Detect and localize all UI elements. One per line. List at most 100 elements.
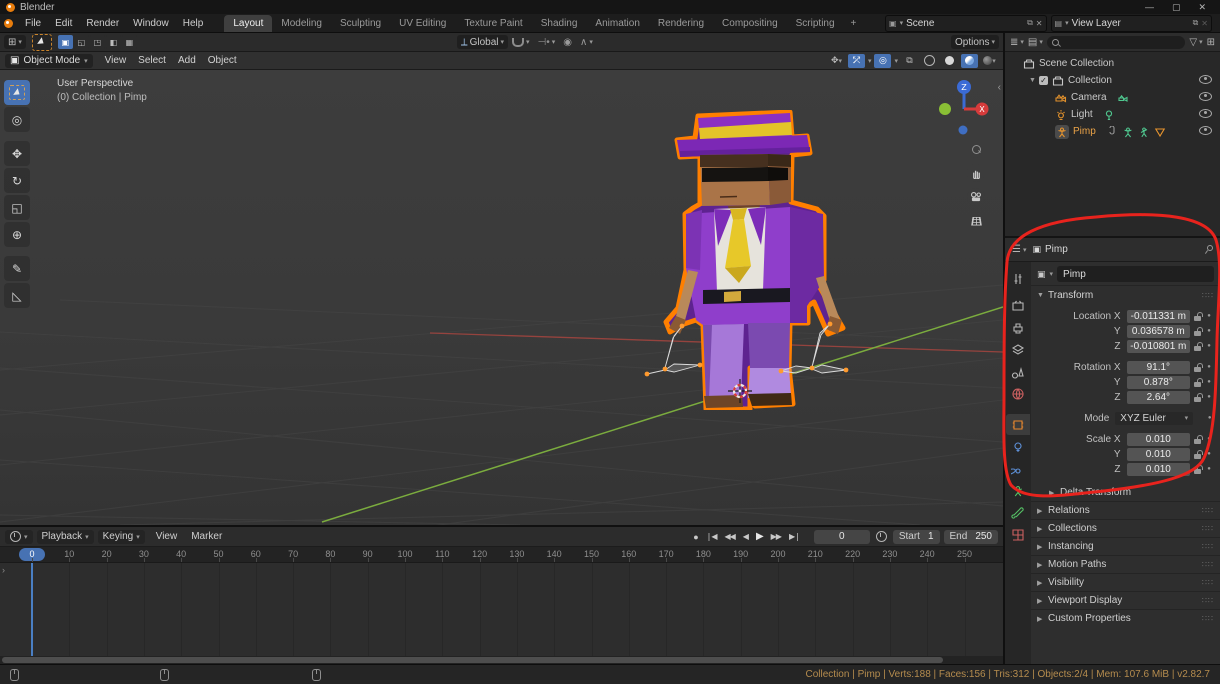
tool-rotate[interactable]: ↻	[4, 168, 30, 193]
marker-menu[interactable]: Marker	[184, 531, 229, 542]
outliner-item-label[interactable]: Camera	[1071, 92, 1107, 103]
select-mode-invert[interactable]: ◧	[106, 35, 121, 49]
outliner-item-label[interactable]: Light	[1071, 109, 1093, 120]
section-viewport-display[interactable]: ▶Viewport Display∷∷	[1031, 591, 1220, 609]
falloff-dropdown[interactable]: ∧▾	[576, 35, 597, 49]
disclosure-icon[interactable]: ▼	[1029, 77, 1039, 84]
editor-type-dropdown[interactable]: ⊞▾	[4, 35, 26, 49]
object-name-field[interactable]: Pimp	[1057, 266, 1214, 282]
drag-handle-icon[interactable]: ∷∷	[1202, 506, 1214, 515]
value-field[interactable]: -0.011331 m	[1127, 310, 1191, 323]
select-mode-new[interactable]: ▣	[58, 35, 73, 49]
drag-handle-icon[interactable]: ∷∷	[1202, 596, 1214, 605]
snap-dropdown[interactable]: ▾	[508, 35, 534, 49]
hide-in-viewport-toggle[interactable]	[1199, 75, 1212, 87]
delta-transform-header[interactable]: ▶Delta Transform	[1031, 484, 1220, 501]
current-frame-field[interactable]: 0	[814, 530, 870, 544]
rotation-mode-dropdown[interactable]: XYZ Euler▾	[1115, 412, 1193, 425]
drag-handle-icon[interactable]: ∷∷	[1202, 524, 1214, 533]
animate-dot[interactable]: ●	[1204, 379, 1214, 385]
tool-annotate[interactable]: ✎	[4, 256, 30, 281]
hide-in-viewport-toggle[interactable]	[1199, 109, 1212, 121]
viewport-menu-select[interactable]: Select	[132, 53, 172, 68]
properties-tab-scene[interactable]	[1006, 361, 1030, 382]
viewport-menu-object[interactable]: Object	[202, 53, 243, 68]
tool-transform[interactable]: ⊕	[4, 222, 30, 247]
outliner-row-collection[interactable]: ▼✓Collection	[1005, 72, 1220, 89]
unlink-scene-icon[interactable]: ✕	[1036, 19, 1043, 28]
outliner-search-input[interactable]	[1047, 36, 1186, 49]
select-mode-extend[interactable]: ◱	[74, 35, 89, 49]
pan-button[interactable]	[967, 164, 985, 182]
zoom-button[interactable]	[967, 140, 985, 158]
workspace-tab-rendering[interactable]: Rendering	[649, 15, 713, 32]
timeline-panel-toggle[interactable]: ›	[2, 565, 5, 575]
tool-cursor[interactable]: ◎	[4, 107, 30, 132]
outliner-item-label[interactable]: Scene Collection	[1039, 58, 1114, 69]
timeline-ruler[interactable]: 0 10203040506070809010011012013014015016…	[0, 547, 1003, 563]
proportional-edit-toggle[interactable]: ◉	[559, 35, 576, 49]
workspace-tab-layout[interactable]: Layout	[224, 15, 272, 32]
tool-move[interactable]: ✥	[4, 141, 30, 166]
section-motion-paths[interactable]: ▶Motion Paths∷∷	[1031, 555, 1220, 573]
blender-menu-icon[interactable]	[4, 19, 13, 28]
playhead[interactable]	[31, 563, 33, 656]
drag-handle-icon[interactable]: ∷∷	[1202, 560, 1214, 569]
value-field[interactable]: 0.010	[1127, 433, 1191, 446]
outliner-row-pimp[interactable]: Pimp	[1005, 123, 1220, 140]
shading-solid-button[interactable]	[941, 54, 958, 68]
section-collections[interactable]: ▶Collections∷∷	[1031, 519, 1220, 537]
animate-dot[interactable]: ●	[1204, 343, 1214, 349]
jump-start-button[interactable]: ❘◀	[704, 532, 719, 541]
properties-tab-tool[interactable]	[1006, 268, 1030, 289]
unlock-icon[interactable]	[1193, 450, 1202, 459]
properties-tab-object[interactable]	[1006, 414, 1030, 435]
animate-dot[interactable]: ●	[1204, 466, 1214, 472]
record-button[interactable]: ●	[691, 532, 699, 542]
animate-dot[interactable]: ●	[1204, 436, 1214, 442]
section-instancing[interactable]: ▶Instancing∷∷	[1031, 537, 1220, 555]
viewport-menu-view[interactable]: View	[99, 53, 133, 68]
prev-keyframe-button[interactable]: ◀◀	[722, 532, 736, 541]
section-custom-properties[interactable]: ▶Custom Properties∷∷	[1031, 609, 1220, 627]
viewport-menu-add[interactable]: Add	[172, 53, 202, 68]
value-field[interactable]: 0.878°	[1127, 376, 1191, 389]
view-layer-selector[interactable]: ▤ ▾ View Layer ⧉ ✕	[1051, 15, 1213, 32]
outliner-row-light[interactable]: Light	[1005, 106, 1220, 123]
workspace-tab-shading[interactable]: Shading	[532, 15, 587, 32]
properties-tab-physics[interactable]	[1006, 458, 1030, 479]
view-menu[interactable]: View	[149, 531, 185, 542]
scene-name[interactable]: Scene	[906, 18, 1024, 29]
jump-end-button[interactable]: ▶❘	[787, 532, 802, 541]
show-gizmo-dropdown[interactable]: ✥▾	[828, 54, 845, 68]
properties-tab-object-data[interactable]	[1006, 480, 1030, 501]
hide-in-viewport-toggle[interactable]	[1199, 92, 1212, 104]
unlock-icon[interactable]	[1193, 342, 1202, 351]
playback-dropdown[interactable]: Playback▾	[37, 530, 94, 544]
section-visibility[interactable]: ▶Visibility∷∷	[1031, 573, 1220, 591]
properties-tab-constraints[interactable]	[1006, 436, 1030, 457]
workspace-tab-scripting[interactable]: Scripting	[787, 15, 844, 32]
shading-material-button[interactable]	[961, 54, 978, 68]
gizmos-toggle[interactable]: ⤱	[848, 54, 865, 68]
select-mode-intersect[interactable]: ▦	[122, 35, 137, 49]
value-field[interactable]: 0.010	[1127, 463, 1191, 476]
options-dropdown[interactable]: Options▾	[951, 35, 999, 49]
unlock-icon[interactable]	[1193, 363, 1202, 372]
tool-scale[interactable]: ◱	[4, 195, 30, 220]
animate-dot[interactable]: ●	[1204, 313, 1214, 319]
unlock-icon[interactable]	[1193, 312, 1202, 321]
select-mode-subtract[interactable]: ◳	[90, 35, 105, 49]
minimize-button[interactable]: —	[1145, 2, 1154, 13]
menu-render[interactable]: Render	[79, 16, 126, 31]
maximize-button[interactable]: ▢	[1172, 2, 1181, 13]
new-view-layer-icon[interactable]: ⧉	[1193, 18, 1199, 28]
viewport-3d[interactable]: User Perspective (0) Collection | Pimp ◎…	[0, 70, 1003, 525]
keying-dropdown[interactable]: Keying▾	[98, 530, 145, 544]
value-field[interactable]: 91.1°	[1127, 361, 1191, 374]
outliner-filter-id-dropdown[interactable]: ▤▾	[1028, 37, 1043, 48]
unlock-icon[interactable]	[1193, 327, 1202, 336]
shading-wireframe-button[interactable]	[921, 54, 938, 68]
sidebar-toggle-arrow[interactable]: ‹	[998, 82, 1001, 93]
mode-dropdown[interactable]: ▣ Object Mode ▾	[5, 54, 93, 68]
